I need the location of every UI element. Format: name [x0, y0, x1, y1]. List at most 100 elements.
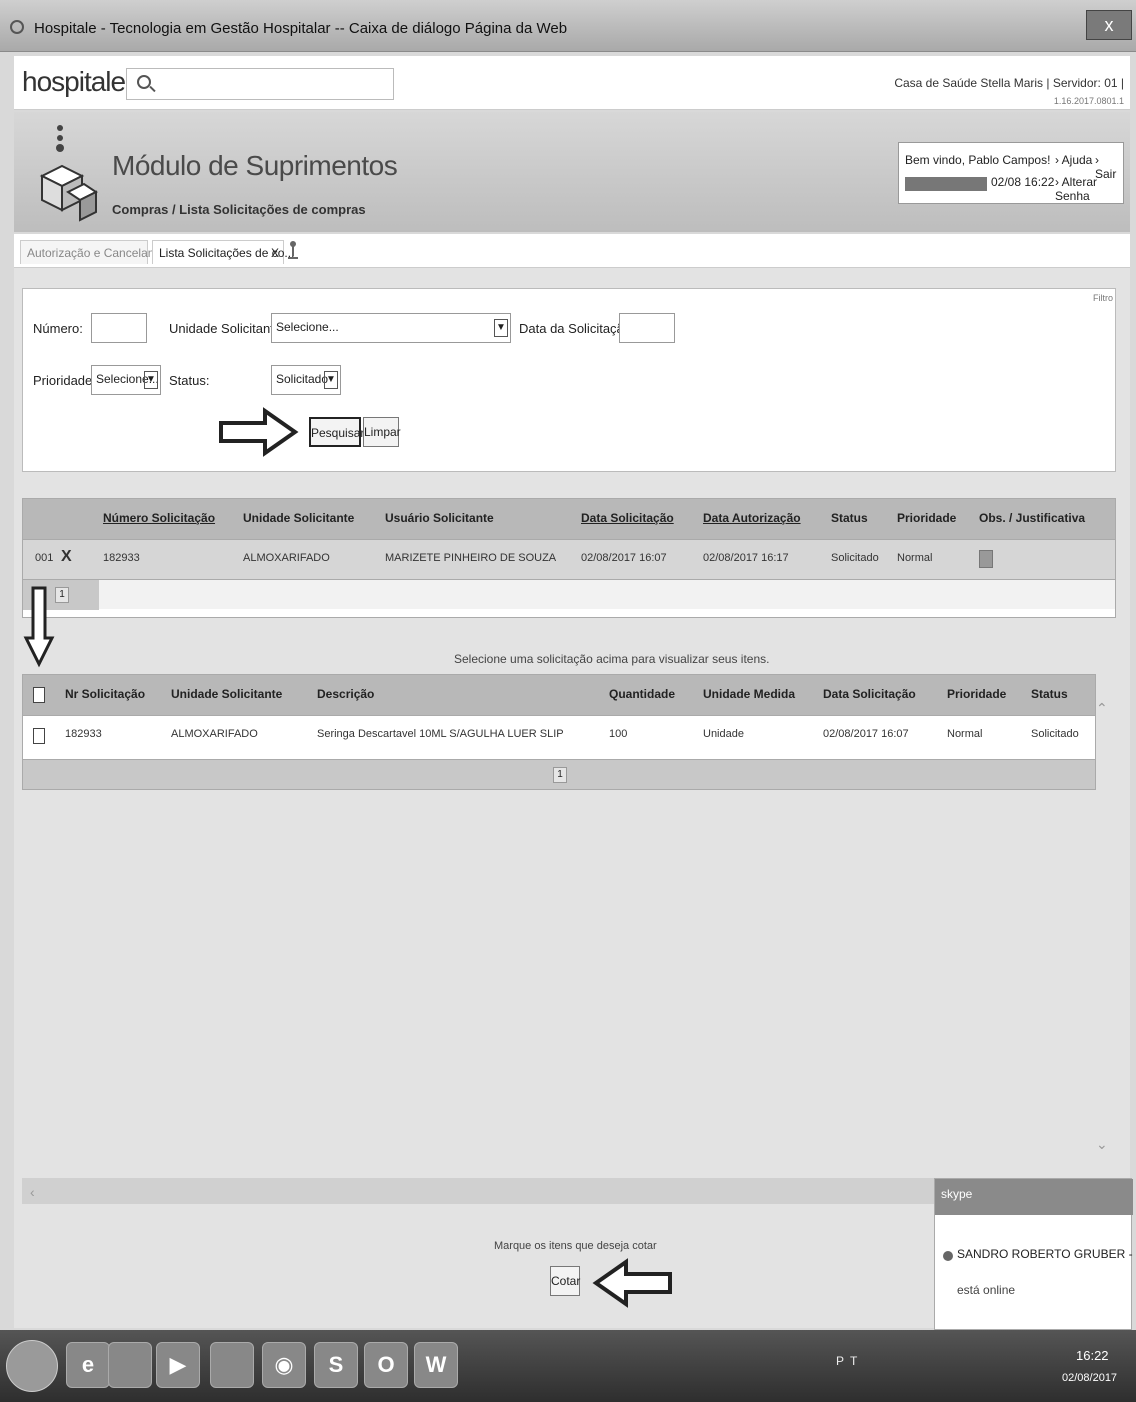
prioridade-select[interactable]: Selecione... ▼	[91, 365, 161, 395]
system-tray[interactable]: PT	[836, 1354, 863, 1368]
module-title: Módulo de Suprimentos	[112, 150, 398, 181]
delete-icon[interactable]: X	[61, 548, 72, 566]
window-close-button[interactable]: x	[1086, 10, 1132, 40]
session-datetime: 02/08 16:22	[991, 175, 1055, 189]
outlook-icon[interactable]: O	[364, 1342, 408, 1388]
col-status: Status	[831, 511, 868, 525]
cell-status: Solicitado	[1031, 728, 1079, 740]
tab-bar: Autorização e Cancelamen... Lista Solici…	[14, 234, 1130, 268]
select-all-checkbox[interactable]	[33, 687, 45, 703]
app-header: hospitale Casa de Saúde Stella Maris | S…	[14, 56, 1130, 110]
chevron-down-icon: ▼	[324, 371, 338, 389]
skype-header: skype	[935, 1179, 1133, 1215]
cell-unidade: ALMOXARIFADO	[171, 728, 258, 740]
clear-button[interactable]: Limpar	[363, 417, 401, 447]
col-status: Status	[1031, 687, 1068, 701]
clock-time[interactable]: 16:22	[1076, 1348, 1109, 1363]
obs-note-icon[interactable]	[979, 550, 993, 568]
change-password-link[interactable]: › Alterar Senha	[1055, 175, 1123, 203]
col-data: Data Solicitação	[823, 687, 916, 701]
pin-icon[interactable]	[288, 240, 298, 260]
col-nr: Nr Solicitação	[65, 687, 146, 701]
cell-unidade: ALMOXARIFADO	[243, 552, 330, 564]
unidade-label: Unidade Solicitante:	[169, 321, 285, 336]
requests-table-header: Número Solicitação Unidade Solicitante U…	[23, 499, 1115, 539]
cell-status: Solicitado	[831, 552, 879, 564]
help-link[interactable]: › Ajuda	[1055, 153, 1092, 167]
tab-request-list[interactable]: Lista Solicitações de co... X	[152, 240, 294, 265]
user-box: Bem vindo, Pablo Campos! 02/08 16:22 › A…	[898, 142, 1124, 204]
tab-close-icon[interactable]: X	[271, 241, 279, 265]
cell-numero: 182933	[103, 552, 140, 564]
search-button[interactable]: Pesquisar	[309, 417, 364, 447]
pointer-arrow-down-icon	[23, 586, 55, 668]
welcome-text: Bem vindo, Pablo Campos!	[905, 153, 1051, 167]
org-server-info: Casa de Saúde Stella Maris | Servidor: 0…	[894, 76, 1124, 90]
media-icon[interactable]: ▶	[156, 1342, 200, 1388]
window-titlebar: Hospitale - Tecnologia em Gestão Hospita…	[0, 0, 1136, 52]
requests-pager: 1	[23, 579, 1115, 610]
status-select[interactable]: Solicitado ▼	[271, 365, 341, 395]
search-icon	[137, 75, 151, 89]
chevron-down-icon: ▼	[494, 319, 508, 337]
col-obs: Obs. / Justificativa	[979, 511, 1086, 525]
version-label: 1.16.2017.0801.1	[1053, 96, 1124, 106]
tab-authorization[interactable]: Autorização e Cancelamen...	[20, 240, 181, 264]
data-label: Data da Solicitação:	[519, 321, 635, 336]
global-search-input[interactable]	[126, 68, 394, 100]
quote-hint: Marque os itens que deseja cotar	[494, 1240, 657, 1252]
page-1-button[interactable]: 1	[55, 587, 69, 603]
folder-icon[interactable]	[210, 1342, 254, 1388]
col-unidade: Unidade Solicitante	[171, 687, 283, 701]
scroll-left-icon[interactable]: ‹	[30, 1184, 35, 1200]
cell-prioridade: Normal	[897, 552, 933, 564]
filter-panel: Filtro Número: Unidade Solicitante: Sele…	[22, 288, 1116, 472]
skype-icon[interactable]: S	[314, 1342, 358, 1388]
language-indicator[interactable]: PT	[836, 1354, 863, 1368]
files-icon[interactable]	[108, 1342, 152, 1388]
status-select-value: Solicitado	[276, 372, 329, 386]
numero-label: Número:	[33, 321, 83, 336]
scroll-up-icon[interactable]: ⌃	[1096, 700, 1108, 717]
window-title: Hospitale - Tecnologia em Gestão Hospita…	[34, 20, 568, 37]
online-status-icon	[943, 1251, 953, 1261]
unidade-select-value: Selecione...	[276, 320, 339, 334]
start-button[interactable]	[6, 1340, 58, 1392]
table-row[interactable]: 182933 ALMOXARIFADO Seringa Descartavel …	[23, 715, 1095, 755]
supplies-boxes-icon	[39, 125, 98, 222]
col-data-autorizacao[interactable]: Data Autorização	[703, 511, 801, 525]
cell-data-solicitacao: 02/08/2017 16:07	[581, 552, 667, 564]
hospitale-logo[interactable]: hospitale	[22, 66, 126, 98]
ie-icon[interactable]: e	[66, 1342, 110, 1388]
prioridade-label: Prioridade:	[33, 373, 96, 388]
col-usuario: Usuário Solicitante	[385, 511, 494, 525]
word-icon[interactable]: W	[414, 1342, 458, 1388]
numero-input[interactable]	[91, 313, 147, 343]
quote-button[interactable]: Cotar	[550, 1266, 580, 1296]
col-unidade-medida: Unidade Medida	[703, 687, 796, 701]
pointer-arrow-left-icon	[592, 1258, 672, 1308]
requests-table: Número Solicitação Unidade Solicitante U…	[22, 498, 1116, 618]
contact-name: SANDRO ROBERTO GRUBER - G...	[957, 1247, 1136, 1261]
scroll-down-icon[interactable]: ⌄	[1096, 1136, 1108, 1153]
unidade-select[interactable]: Selecione... ▼	[271, 313, 511, 343]
clock-date[interactable]: 02/08/2017	[1062, 1372, 1117, 1384]
cell-data: 02/08/2017 16:07	[823, 728, 909, 740]
table-row[interactable]: 001 X 182933 ALMOXARIFADO MARIZETE PINHE…	[23, 539, 1115, 579]
page-1-button[interactable]: 1	[553, 767, 567, 783]
user-status-bar	[905, 177, 987, 191]
data-input[interactable]	[619, 313, 675, 343]
col-data-solicitacao[interactable]: Data Solicitação	[581, 511, 674, 525]
row-checkbox[interactable]	[33, 728, 45, 744]
cell-prioridade: Normal	[947, 728, 983, 740]
module-banner: Módulo de Suprimentos Compras / Lista So…	[14, 112, 1130, 232]
col-quantidade: Quantidade	[609, 687, 676, 701]
ie-page-icon	[10, 20, 24, 34]
cell-data-autorizacao: 02/08/2017 16:17	[703, 552, 789, 564]
items-pager: 1	[23, 759, 1095, 789]
col-numero[interactable]: Número Solicitação	[103, 511, 215, 525]
status-label: Status:	[169, 373, 210, 388]
skype-notification[interactable]: skype SANDRO ROBERTO GRUBER - G... está …	[934, 1178, 1136, 1330]
chrome-icon[interactable]: ◉	[262, 1342, 306, 1388]
cell-descricao: Seringa Descartavel 10ML S/AGULHA LUER S…	[317, 728, 564, 740]
